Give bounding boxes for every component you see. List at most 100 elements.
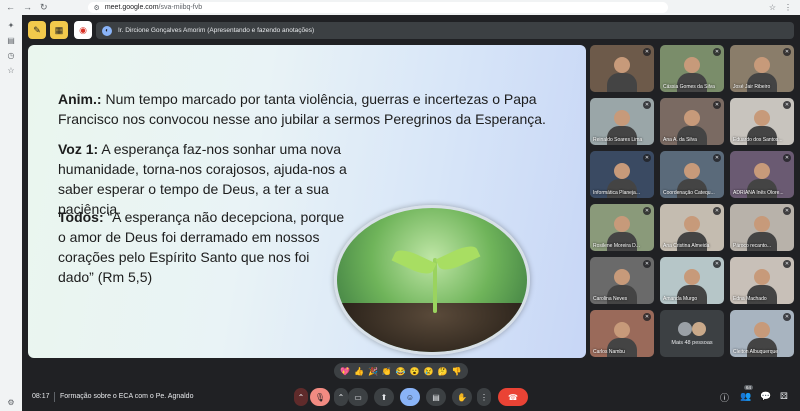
participant-face [684, 269, 700, 285]
participant-name: ADRIANA Inês Olore... [733, 190, 784, 196]
more-people-label: Mais 48 pessoas [671, 340, 713, 346]
participant-tile[interactable]: ✕ Ana A. da Silva [660, 98, 724, 145]
sidebar-favorite-icon[interactable]: ☆ [0, 66, 22, 75]
mic-off-icon: ✕ [713, 207, 721, 215]
reaction-emoji[interactable]: 😢 [424, 367, 434, 376]
sidebar-settings-icon[interactable]: ⚙ [0, 398, 22, 407]
participant-tile[interactable]: ✕ Edna Machado [730, 257, 794, 304]
participant-face [684, 216, 700, 232]
sidebar-ai-icon[interactable]: ✦ [0, 21, 22, 30]
participant-figure [607, 73, 637, 92]
browser-toolbar: ← → ↻ ⚙ meet.google.com/sva-miibq-fvb ☆ … [0, 0, 800, 15]
reaction-emoji[interactable]: 💖 [340, 367, 350, 376]
participant-face [614, 163, 630, 179]
participant-tile[interactable]: ✕ Amanda Murgo [660, 257, 724, 304]
participant-tile[interactable]: ✕ Rosilene Moreira D... [590, 204, 654, 251]
reaction-emoji[interactable]: 🤔 [438, 367, 448, 376]
raise-hand-button[interactable]: ✋ [452, 388, 472, 406]
participant-tile[interactable]: ✕ ADRIANA Inês Olore... [730, 151, 794, 198]
participant-name: Pároco recanto... [733, 243, 772, 249]
participant-tile[interactable]: ✕ José Jair Ribeiro [730, 45, 794, 92]
reaction-emoji[interactable]: 👏 [382, 367, 392, 376]
info-icon[interactable]: ⓘ [720, 391, 729, 404]
participant-face [614, 269, 630, 285]
sidebar-history-icon[interactable]: ◷ [0, 51, 22, 60]
leave-call-button[interactable]: ☎ [498, 388, 528, 406]
participant-tile[interactable]: ✕ Reinaldo Soares Lima [590, 98, 654, 145]
participant-tile[interactable]: ✕ Pároco recanto... [730, 204, 794, 251]
camera-options-button[interactable]: ⌃ [334, 388, 348, 406]
mic-muted-button[interactable]: 🎙 [310, 388, 330, 406]
divider [54, 392, 55, 402]
participant-tile[interactable]: ✕ Carlos Nambu [590, 310, 654, 357]
people-count-badge: 64 [744, 385, 754, 390]
participant-tile[interactable]: ✕ [590, 45, 654, 92]
reload-icon[interactable]: ↻ [40, 2, 48, 13]
annotate-toggle-icon[interactable]: ▦ [50, 21, 68, 39]
people-icon[interactable]: 👥 [740, 391, 751, 402]
meeting-title: Formação sobre o ECA com o Pe. Agnaldo [60, 393, 194, 400]
record-icon[interactable]: ◉ [74, 21, 92, 39]
menu-icon[interactable]: ⋮ [784, 3, 792, 12]
presenter-avatar: ◐ [102, 25, 112, 36]
more-people-tile[interactable]: Mais 48 pessoas [660, 310, 724, 357]
browser-sidebar: ✦ ▤ ◷ ☆ ⚙ [0, 15, 22, 411]
participant-tile[interactable]: ✕ Cássia Gomes da Silva [660, 45, 724, 92]
participant-face [684, 57, 700, 73]
participant-tile[interactable]: ✕ Cleiton Albuquerque [730, 310, 794, 357]
presentation-toolbar: ✎ ▦ ◉ ◐ Ir. Dircione Gonçalves Amorim (A… [22, 21, 800, 41]
bookmark-icon[interactable]: ☆ [769, 3, 776, 12]
meeting-controls: 08:17 Formação sobre o ECA com o Pe. Agn… [22, 385, 800, 411]
present-button[interactable]: ⬆ [374, 388, 394, 406]
mic-off-icon: ✕ [783, 313, 791, 321]
participant-name: Carlos Nambu [593, 349, 625, 355]
mic-off-icon: ✕ [643, 207, 651, 215]
participant-tile[interactable]: ✕ Carolina Neves [590, 257, 654, 304]
annotate-icon[interactable]: ✎ [28, 21, 46, 39]
participant-face [754, 322, 770, 338]
participant-face [614, 57, 630, 73]
mic-off-icon: ✕ [643, 101, 651, 109]
presenter-banner: ◐ Ir. Dircione Gonçalves Amorim (Apresen… [96, 22, 794, 39]
emoji-button[interactable]: ☺ [400, 388, 420, 406]
mic-off-icon: ✕ [713, 101, 721, 109]
mic-off-icon: ✕ [783, 207, 791, 215]
sidebar-reading-icon[interactable]: ▤ [0, 36, 22, 45]
participant-face [754, 110, 770, 126]
participant-face [754, 216, 770, 232]
reaction-emoji[interactable]: 😂 [396, 367, 406, 376]
participant-face [614, 110, 630, 126]
site-info-icon[interactable]: ⚙ [94, 4, 100, 12]
reaction-emoji[interactable]: 🎉 [368, 367, 378, 376]
back-icon[interactable]: ← [6, 2, 15, 13]
mic-off-icon: ✕ [713, 260, 721, 268]
participant-face [684, 110, 700, 126]
participant-name: Carolina Neves [593, 296, 628, 302]
participant-name: Cleiton Albuquerque [733, 349, 779, 355]
participant-name: Reinaldo Soares Lima [593, 137, 643, 143]
mic-off-icon: ✕ [783, 101, 791, 109]
more-options-button[interactable]: ⋮ [477, 388, 491, 406]
captions-button[interactable]: ▤ [426, 388, 446, 406]
address-bar[interactable]: ⚙ meet.google.com/sva-miibq-fvb [87, 2, 668, 13]
mic-options-button[interactable]: ⌃ [294, 388, 308, 406]
participant-name: Amanda Murgo [663, 296, 698, 302]
mic-off-icon: ✕ [783, 260, 791, 268]
reaction-emoji[interactable]: 👎 [452, 367, 462, 376]
url-text: meet.google.com/sva-miibq-fvb [104, 4, 203, 11]
meet-window: ✎ ▦ ◉ ◐ Ir. Dircione Gonçalves Amorim (A… [22, 15, 800, 411]
participant-name: Ana Cristina Almeida [663, 243, 710, 249]
participant-face [614, 322, 630, 338]
reaction-emoji[interactable]: 👍 [354, 367, 364, 376]
participant-name: Informática Planeja... [593, 190, 640, 196]
participant-tile[interactable]: ✕ Coordenação Catequ... [660, 151, 724, 198]
participant-tile[interactable]: ✕ Informática Planeja... [590, 151, 654, 198]
forward-icon[interactable]: → [23, 2, 32, 13]
participant-tile[interactable]: ✕ Ana Cristina Almeida [660, 204, 724, 251]
participant-tile[interactable]: ✕ Eduardo dos Santos... [730, 98, 794, 145]
camera-button[interactable]: ▭ [348, 388, 368, 406]
chat-icon[interactable]: 💬 [760, 391, 771, 402]
reaction-emoji[interactable]: 😮 [410, 367, 420, 376]
activities-icon[interactable]: ⚄ [780, 391, 788, 402]
seedling-image [334, 205, 530, 355]
